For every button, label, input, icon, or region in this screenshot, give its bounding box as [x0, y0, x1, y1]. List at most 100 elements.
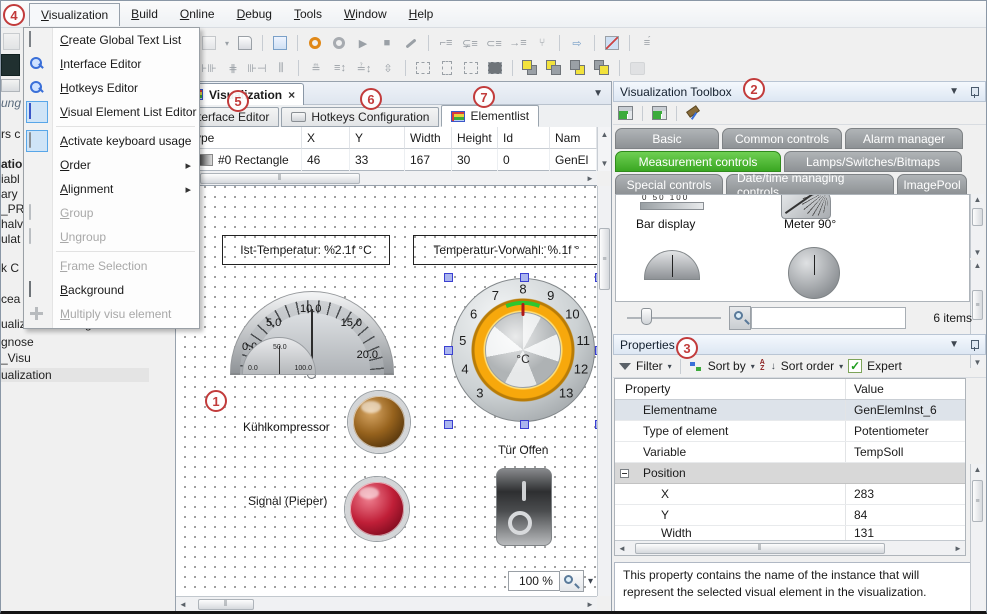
menuitem-multiply-visu-element[interactable]: Multiply visu element: [24, 302, 199, 326]
menuitem-hotkeys-editor[interactable]: Hotkeys Editor: [24, 76, 199, 100]
label-kuehlkompressor[interactable]: Kühlkompressor: [243, 420, 330, 434]
selection-handle[interactable]: [520, 420, 529, 429]
tab-lamps-switches-bitmaps[interactable]: Lamps/Switches/Bitmaps: [784, 151, 962, 172]
collapse-icon[interactable]: [620, 469, 629, 478]
cell-height[interactable]: 30: [452, 149, 498, 171]
selection-handle[interactable]: [595, 346, 597, 355]
branch-icon[interactable]: ⑂: [532, 33, 552, 53]
chevron-down-icon[interactable]: ▼: [593, 88, 603, 99]
tree-item-fragment[interactable]: _PR: [1, 202, 24, 216]
cell-id[interactable]: 0: [498, 149, 550, 171]
stop-icon[interactable]: ■: [377, 33, 397, 53]
step-out-icon[interactable]: →≡: [508, 33, 528, 53]
build-icon[interactable]: [305, 33, 325, 53]
canvas-h-scrollbar[interactable]: ◄ ⦀ ►: [176, 596, 597, 611]
grid-h-scrollbar[interactable]: ◄ ⦀ ►: [615, 540, 965, 555]
center-canvas-icon[interactable]: [485, 58, 505, 78]
group-toolbar-icon[interactable]: [627, 58, 647, 78]
tree-item-diagnose[interactable]: gnose: [1, 335, 34, 349]
rect-temperatur-vorwahl[interactable]: Temperatur-Vorwahl: %.1f °: [413, 235, 597, 265]
grid-editor-icon[interactable]: [199, 33, 219, 53]
sort-by-button[interactable]: Sort by: [708, 359, 746, 373]
device-icon[interactable]: [1, 54, 20, 76]
scroll-right-icon[interactable]: ►: [583, 174, 597, 183]
tab-datetime-controls[interactable]: Date/time managing controls: [726, 174, 894, 194]
chevron-down-icon[interactable]: ▼: [949, 339, 959, 350]
col-y[interactable]: Y: [350, 127, 405, 149]
col-width[interactable]: Width: [405, 127, 452, 149]
scroll-right-icon[interactable]: ►: [583, 600, 597, 609]
col-type[interactable]: ype: [190, 127, 302, 149]
tab-measurement-controls[interactable]: Measurement controls: [615, 151, 781, 172]
step-return-icon[interactable]: ⌐≡: [436, 33, 456, 53]
pin-icon[interactable]: [969, 339, 979, 351]
visu-grid-icon[interactable]: [270, 33, 290, 53]
menuitem-create-global-text-list[interactable]: Create Global Text List: [24, 28, 199, 52]
cell-x[interactable]: 46: [302, 149, 350, 171]
align-center-h-icon[interactable]: ⋕: [223, 58, 243, 78]
cell-width[interactable]: 167: [405, 149, 452, 171]
toolbox-tabs-scrollbar[interactable]: ▲ ▼: [970, 194, 984, 258]
menuitem-order[interactable]: Order: [24, 153, 199, 177]
scroll-left-icon[interactable]: ◄: [615, 544, 629, 553]
send-backward-icon[interactable]: [592, 58, 612, 78]
menu-help[interactable]: Help: [398, 3, 445, 25]
tree-item-fragment[interactable]: halv: [1, 217, 23, 231]
menuitem-group[interactable]: Group: [24, 201, 199, 225]
send-to-back-icon[interactable]: [544, 58, 564, 78]
tree-item-fragment[interactable]: cea: [1, 292, 20, 306]
customize-tools-icon[interactable]: [686, 106, 702, 121]
prop-row-elementname[interactable]: ElementnameGenElemInst_6: [615, 400, 965, 421]
scroll-down-icon[interactable]: ▼: [971, 248, 984, 257]
col-id[interactable]: Id: [498, 127, 550, 149]
scroll-up-icon[interactable]: ▲: [971, 261, 984, 270]
menu-visualization[interactable]: Visualization: [29, 3, 120, 26]
tree-item-fragment[interactable]: ung: [1, 96, 21, 110]
redo-icon[interactable]: [3, 33, 20, 50]
tab-basic[interactable]: Basic: [615, 128, 719, 149]
rocker-switch-tuer[interactable]: [496, 468, 552, 546]
prop-row-y[interactable]: Y84: [615, 505, 965, 526]
prop-row-variable[interactable]: VariableTempSoll: [615, 442, 965, 463]
cell-type[interactable]: #0 Rectangle: [190, 149, 302, 171]
filter-button[interactable]: Filter: [636, 359, 663, 373]
menuitem-interface-editor[interactable]: Interface Editor: [24, 52, 199, 76]
meter-gauge[interactable]: 0.0 5.0 10.0 15.0 20.0 0.0 50.0 100.0: [230, 291, 394, 375]
table-h-scrollbar[interactable]: ◄ ⦀ ►: [176, 171, 597, 186]
selection-handle[interactable]: [520, 273, 529, 282]
size-width-icon[interactable]: [413, 58, 433, 78]
close-icon[interactable]: ×: [288, 88, 295, 102]
menuitem-frame-selection[interactable]: Frame Selection: [24, 254, 199, 278]
col-name[interactable]: Nam: [550, 127, 597, 149]
new-file-icon[interactable]: [235, 33, 255, 53]
scrollbar-thumb[interactable]: ⦀: [635, 543, 885, 554]
prop-row-type[interactable]: Type of elementPotentiometer: [615, 421, 965, 442]
size-height-icon[interactable]: [437, 58, 457, 78]
tree-item-fragment[interactable]: ary: [1, 187, 18, 201]
scrollbar-thumb[interactable]: ⦀: [200, 173, 360, 184]
tree-item-visualization[interactable]: ualization: [1, 368, 149, 382]
grid-v-scrollbar[interactable]: ▲ ≡ ▼: [970, 464, 984, 614]
caret-down-icon[interactable]: ▾: [668, 362, 672, 371]
grid-off-icon[interactable]: [602, 33, 622, 53]
tree-item-fragment[interactable]: rs c: [1, 127, 20, 141]
selection-handle[interactable]: [444, 273, 453, 282]
scrollbar-thumb[interactable]: ⦀: [198, 599, 254, 610]
scroll-up-icon[interactable]: ▲: [971, 465, 984, 474]
cell-y[interactable]: 33: [350, 149, 405, 171]
menu-window[interactable]: Window: [333, 3, 398, 25]
scroll-up-icon[interactable]: ▲: [601, 130, 609, 139]
visualization-canvas[interactable]: Ist-Temperatur: %2.1f °C Temperatur-Vorw…: [176, 186, 597, 596]
size-both-icon[interactable]: [461, 58, 481, 78]
zoom-caret-icon[interactable]: ▾: [588, 576, 593, 587]
elementlist-sheet-icon[interactable]: [618, 106, 633, 120]
align-left-icon[interactable]: ⊦⊪: [199, 58, 219, 78]
col-x[interactable]: X: [302, 127, 350, 149]
lamp-signal-pieper[interactable]: [345, 477, 409, 541]
selection-handle[interactable]: [444, 420, 453, 429]
tab-alarm-manager[interactable]: Alarm manager: [845, 128, 963, 149]
expert-checkbox[interactable]: ✓: [848, 359, 862, 373]
tab-hotkeys-configuration[interactable]: Hotkeys Configuration: [281, 107, 439, 127]
potentiometer-knob[interactable]: [485, 312, 561, 388]
bring-to-front-icon[interactable]: [520, 58, 540, 78]
